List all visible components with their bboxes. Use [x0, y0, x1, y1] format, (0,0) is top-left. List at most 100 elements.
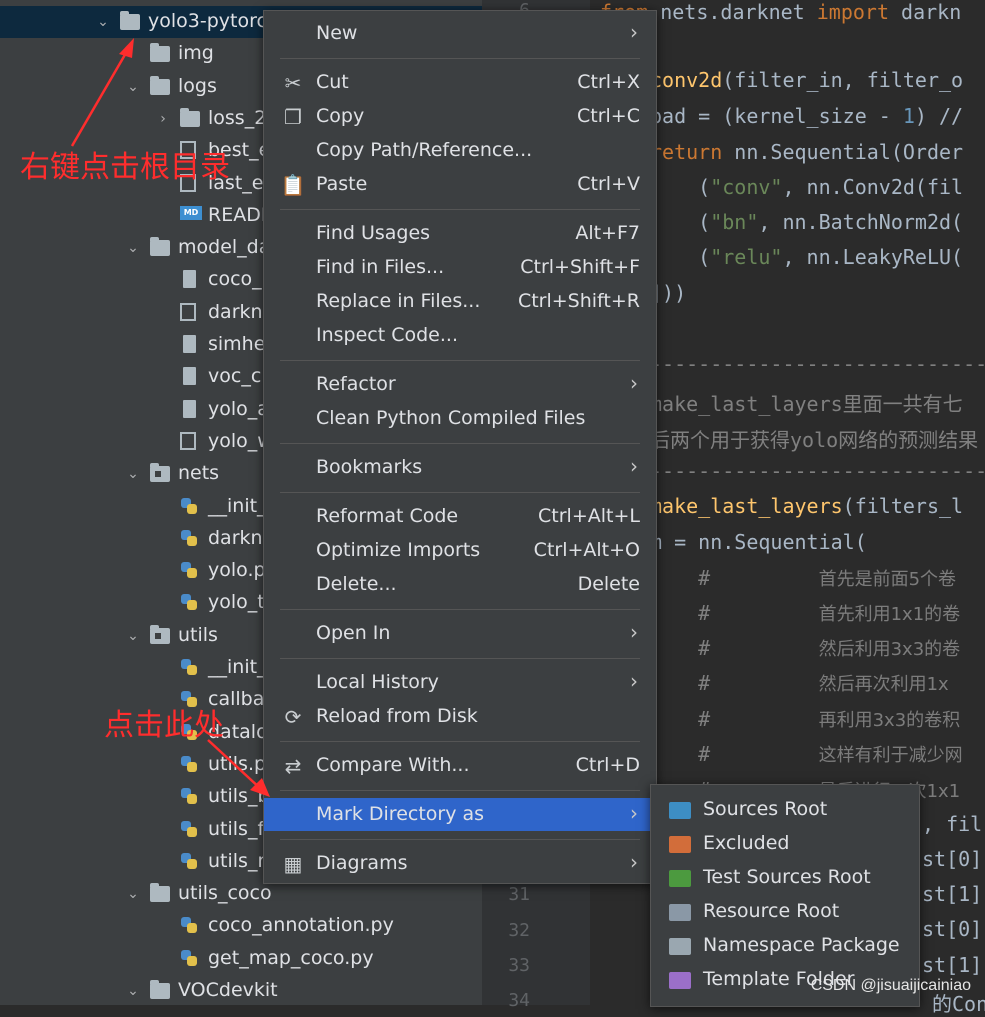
- code-line: st[0]: [922, 847, 983, 871]
- chevron-right-icon: ›: [630, 371, 638, 395]
- chevron-right-icon[interactable]: ›: [156, 111, 170, 127]
- menu-item-optimize-imports[interactable]: Optimize Imports Ctrl+Alt+O: [264, 534, 656, 567]
- menu-item-bookmarks[interactable]: Bookmarks ›: [264, 451, 656, 484]
- chevron-down-icon[interactable]: ⌄: [126, 79, 140, 95]
- code-line: , fil: [922, 812, 983, 836]
- namespace-package-folder-icon: [669, 938, 691, 955]
- menu-item-label: Reload from Disk: [316, 705, 478, 727]
- code-line: # 再利用3x3的卷积: [698, 707, 961, 731]
- chevron-right-icon: ›: [630, 669, 638, 693]
- reload-icon: ⟳: [284, 705, 302, 729]
- tree-row-label: voc_cl: [208, 365, 267, 388]
- menu-item-new[interactable]: New ›: [264, 17, 656, 50]
- excluded-folder-icon: [669, 836, 691, 853]
- folder-icon: [150, 980, 170, 1001]
- chevron-down-icon[interactable]: ⌄: [126, 240, 140, 256]
- text-file-icon: [180, 367, 200, 387]
- chevron-down-icon[interactable]: ⌄: [126, 886, 140, 902]
- menu-item-label: Mark Directory as: [316, 803, 485, 825]
- sources-root-folder-icon: [669, 802, 691, 819]
- python-file-icon: [180, 949, 200, 969]
- menu-item-label: Optimize Imports: [316, 539, 481, 561]
- tree-row-label: utils: [178, 623, 218, 646]
- tree-row-label: __init_: [208, 494, 267, 517]
- chevron-down-icon[interactable]: ⌄: [126, 466, 140, 482]
- code-line: ("bn", nn.BatchNorm2d(: [650, 210, 964, 234]
- menu-item-diagrams[interactable]: ▦ Diagrams ›: [264, 847, 656, 880]
- tree-row-label: utils.p: [208, 752, 267, 775]
- tree-row-label: READI: [208, 203, 267, 226]
- submenu-item-namespace-package[interactable]: Namespace Package: [651, 929, 919, 963]
- menu-item-clean-python-compiled-files[interactable]: Clean Python Compiled Files: [264, 402, 656, 435]
- menu-separator: [280, 58, 640, 59]
- menu-item-refactor[interactable]: Refactor ›: [264, 368, 656, 401]
- menu-item-label: Refactor: [316, 373, 396, 395]
- python-file-icon: [180, 561, 200, 581]
- menu-item-copy[interactable]: ❐ Copy Ctrl+C: [264, 100, 656, 133]
- menu-item-label: Cut: [316, 71, 349, 93]
- tree-row[interactable]: coco_annotation.py: [0, 910, 482, 942]
- menu-item-replace-in-files[interactable]: Replace in Files... Ctrl+Shift+R: [264, 285, 656, 318]
- menu-separator: [280, 741, 640, 742]
- submenu-item-excluded[interactable]: Excluded: [651, 827, 919, 861]
- menu-item-cut[interactable]: ✂ Cut Ctrl+X: [264, 66, 656, 99]
- submenu-item-label: Namespace Package: [703, 934, 900, 956]
- tree-row-label: yolo_t: [208, 591, 265, 614]
- submenu-item-test-sources-root[interactable]: Test Sources Root: [651, 861, 919, 895]
- menu-item-shortcut: Alt+F7: [575, 222, 640, 244]
- menu-item-compare-with[interactable]: ⇄ Compare With... Ctrl+D: [264, 749, 656, 782]
- menu-item-copy-path-reference[interactable]: Copy Path/Reference...: [264, 134, 656, 167]
- folder-icon: [180, 107, 200, 129]
- menu-separator: [280, 609, 640, 610]
- weights-file-icon: [180, 431, 200, 452]
- submenu-item-resource-root[interactable]: Resource Root: [651, 895, 919, 929]
- menu-item-reformat-code[interactable]: Reformat Code Ctrl+Alt+L: [264, 500, 656, 533]
- menu-item-mark-directory-as[interactable]: Mark Directory as ›: [264, 798, 656, 831]
- menu-separator: [280, 492, 640, 493]
- menu-item-find-in-files[interactable]: Find in Files... Ctrl+Shift+F: [264, 251, 656, 284]
- menu-item-local-history[interactable]: Local History ›: [264, 666, 656, 699]
- python-file-icon: [180, 755, 200, 775]
- submenu-item-sources-root[interactable]: Sources Root: [651, 793, 919, 827]
- menu-item-label: Replace in Files...: [316, 290, 481, 312]
- menu-item-label: Paste: [316, 173, 368, 195]
- tree-row-label: loss_2: [208, 106, 267, 129]
- tree-row[interactable]: get_map_coco.py: [0, 943, 482, 975]
- menu-item-inspect-code[interactable]: Inspect Code...: [264, 319, 656, 352]
- folder-icon: [150, 43, 170, 64]
- chevron-down-icon[interactable]: ⌄: [126, 983, 140, 999]
- chevron-right-icon: ›: [630, 454, 638, 478]
- menu-item-delete[interactable]: Delete... Delete: [264, 568, 656, 601]
- chevron-down-icon[interactable]: ⌄: [126, 628, 140, 644]
- menu-item-open-in[interactable]: Open In ›: [264, 617, 656, 650]
- folder-icon: [150, 75, 170, 97]
- weights-file-icon: [180, 302, 200, 323]
- tree-row[interactable]: ⌄ VOCdevkit: [0, 975, 482, 1007]
- menu-item-shortcut: Ctrl+X: [577, 71, 640, 93]
- context-menu: New › ✂ Cut Ctrl+X ❐ Copy Ctrl+C Copy Path/Refer…: [263, 10, 657, 884]
- watermark: CSDN @jisuaijicainiao: [810, 977, 971, 994]
- code-line: ("relu", nn.LeakyReLU(: [650, 245, 964, 269]
- menu-item-reload-from-disk[interactable]: ⟳ Reload from Disk: [264, 700, 656, 733]
- paste-icon: 📋: [280, 173, 306, 197]
- menu-item-label: Reformat Code: [316, 505, 459, 527]
- menu-item-label: Open In: [316, 622, 391, 644]
- tree-row-label: yolo3-pytorc: [148, 10, 267, 32]
- chevron-down-icon[interactable]: ⌄: [96, 14, 110, 30]
- menu-item-shortcut: Delete: [577, 573, 640, 595]
- menu-item-label: Inspect Code...: [316, 324, 458, 346]
- code-line: # 首先利用1x1的卷: [698, 601, 961, 625]
- menu-item-paste[interactable]: 📋 Paste Ctrl+V: [264, 168, 656, 201]
- menu-item-label: Compare With...: [316, 754, 470, 776]
- python-file-icon: [180, 593, 200, 613]
- code-line: 后两个用于获得yolo网络的预测结果: [650, 428, 979, 452]
- tree-row-label: yolo_a: [208, 397, 269, 420]
- code-line: # 然后再次利用1x: [698, 671, 949, 695]
- tree-row-label: img: [178, 42, 214, 65]
- submenu-item-label: Test Sources Root: [703, 866, 871, 888]
- menu-item-find-usages[interactable]: Find Usages Alt+F7: [264, 217, 656, 250]
- code-line: st[0]: [922, 917, 983, 941]
- code-line: make_last_layers(filters_l: [650, 494, 964, 518]
- text-file-icon: [180, 399, 200, 420]
- menu-item-label: New: [316, 22, 358, 44]
